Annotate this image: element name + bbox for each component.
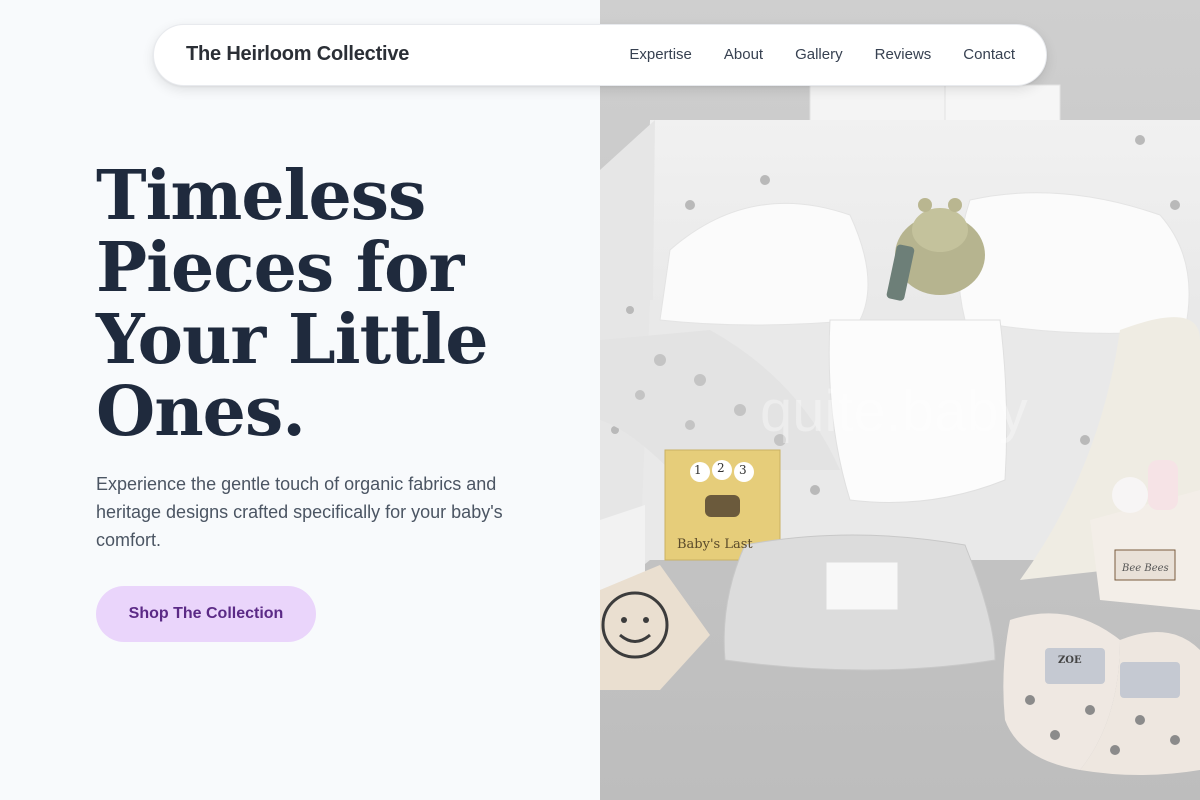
hero-subtitle: Experience the gentle touch of organic f… [96, 474, 503, 550]
hero-product-image: quite.baby Baby's Last 1 2 3 Bee Bees ZO… [600, 0, 1200, 800]
nav-link-contact[interactable]: Contact [963, 46, 1015, 63]
nav-link-reviews[interactable]: Reviews [875, 46, 932, 63]
nav-links: Expertise About Gallery Reviews Contact [629, 46, 1015, 63]
nav-link-gallery[interactable]: Gallery [795, 46, 843, 63]
book-number-1: 1 [694, 463, 702, 477]
swaddle-tag: ZOE [1058, 655, 1082, 666]
book-number-2: 2 [717, 461, 725, 475]
top-navbar: The Heirloom Collective Expertise About … [153, 24, 1047, 86]
nav-link-about[interactable]: About [724, 46, 763, 63]
gift-tag: Bee Bees [1122, 563, 1169, 574]
nav-link-expertise[interactable]: Expertise [629, 46, 692, 63]
shop-collection-button[interactable]: Shop The Collection [96, 586, 316, 642]
book-title: Baby's Last [677, 537, 753, 552]
image-watermark: quite.baby [760, 379, 1028, 444]
hero-title: Timeless Pieces for Your Little Ones. [96, 156, 489, 452]
book-number-3: 3 [739, 463, 747, 477]
brand-logo[interactable]: The Heirloom Collective [186, 43, 409, 66]
